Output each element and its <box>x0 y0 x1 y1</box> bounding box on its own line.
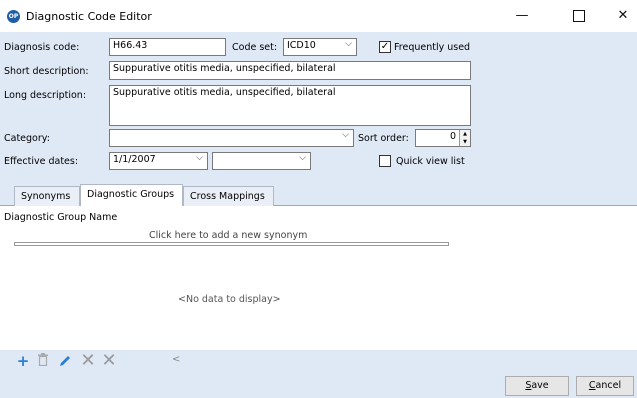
new-row-editor[interactable] <box>14 242 449 246</box>
short-description-label: Short description: <box>4 66 89 77</box>
scroll-left-icon[interactable]: < <box>172 354 180 365</box>
footer: Save Cancel <box>0 372 637 398</box>
tab-synonyms[interactable]: Synonyms <box>14 186 80 206</box>
chevron-down-icon: ⌵ <box>196 153 203 163</box>
code-set-label: Code set: <box>232 42 278 53</box>
column-header-diagnostic-group-name[interactable]: Diagnostic Group Name <box>4 212 117 223</box>
category-label: Category: <box>4 133 50 144</box>
close-button[interactable]: ✕ <box>600 0 637 32</box>
app-icon: OP <box>7 10 20 23</box>
empty-grid-message: <No data to display> <box>178 294 281 305</box>
code-set-select[interactable]: ICD10 ⌵ <box>283 38 357 56</box>
chevron-down-icon: ⌵ <box>342 130 349 140</box>
x-icon[interactable]: ✕ <box>80 352 96 370</box>
short-description-input[interactable]: Suppurative otitis media, unspecified, b… <box>109 61 471 80</box>
effective-start-date: 1/1/2007 <box>113 154 156 165</box>
chevron-down-icon: ⌵ <box>345 39 352 49</box>
diagnostic-code-editor-window: OP Diagnostic Code Editor — ✕ Diagnosis … <box>0 0 637 398</box>
add-new-row[interactable]: Click here to add a new synonym <box>149 230 307 241</box>
quick-view-list-checkbox[interactable] <box>379 155 391 167</box>
spin-arrows-icon[interactable]: ▲ ▼ <box>459 130 470 146</box>
cancel-button-label-rest: ancel <box>595 380 622 391</box>
quick-view-list-label: Quick view list <box>396 156 465 167</box>
effective-dates-label: Effective dates: <box>4 156 79 167</box>
effective-start-date-select[interactable]: 1/1/2007 ⌵ <box>109 152 208 170</box>
grid-toolbar: + ✕ ✕ < <box>0 350 637 372</box>
sort-order-label: Sort order: <box>358 133 409 144</box>
diagnostic-groups-grid: Diagnostic Group Name Click here to add … <box>0 206 637 350</box>
long-description-input[interactable]: Suppurative otitis media, unspecified, b… <box>109 85 471 126</box>
trash-icon[interactable] <box>35 353 51 369</box>
tab-diagnostic-groups[interactable]: Diagnostic Groups <box>80 184 183 206</box>
save-button-label-rest: ave <box>531 380 549 391</box>
save-button[interactable]: Save <box>505 376 569 396</box>
diagnosis-code-input[interactable]: H66.43 <box>109 38 226 56</box>
pencil-icon[interactable] <box>57 353 73 369</box>
frequently-used-label: Frequently used <box>394 42 471 53</box>
minimize-button[interactable]: — <box>499 0 545 32</box>
title-bar: OP Diagnostic Code Editor — ✕ <box>0 0 637 32</box>
diagnosis-code-label: Diagnosis code: <box>4 42 80 53</box>
tab-bar: Synonyms Diagnostic Groups Cross Mapping… <box>0 183 637 206</box>
frequently-used-checkbox[interactable]: ✓ <box>379 41 391 53</box>
window-title: Diagnostic Code Editor <box>26 10 152 23</box>
long-description-label: Long description: <box>4 90 87 101</box>
cancel-mnemonic: C <box>588 380 596 391</box>
x-icon[interactable]: ✕ <box>101 352 117 370</box>
chevron-down-icon: ⌵ <box>299 153 306 163</box>
maximize-button[interactable] <box>556 0 602 32</box>
effective-end-date-select[interactable]: ⌵ <box>212 152 311 170</box>
sort-order-value: 0 <box>449 131 456 142</box>
code-set-value: ICD10 <box>287 40 316 51</box>
maximize-icon <box>573 9 585 22</box>
tab-cross-mappings[interactable]: Cross Mappings <box>183 186 274 206</box>
plus-icon[interactable]: + <box>15 353 31 369</box>
diagnosis-form: Diagnosis code: H66.43 Code set: ICD10 ⌵… <box>0 32 637 183</box>
cancel-button[interactable]: Cancel <box>576 376 634 396</box>
category-select[interactable]: ⌵ <box>109 129 354 147</box>
sort-order-input[interactable]: 0 ▲ ▼ <box>415 129 471 147</box>
